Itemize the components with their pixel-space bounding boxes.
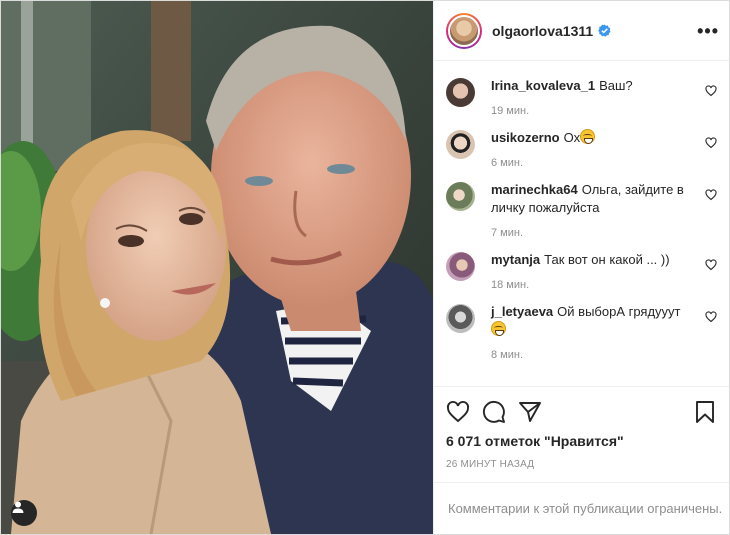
share-icon[interactable] xyxy=(518,400,542,424)
commenter-avatar[interactable] xyxy=(446,304,475,333)
user-tag-button[interactable] xyxy=(11,500,37,526)
likes-count[interactable]: 6 071 отметок "Нравится" xyxy=(446,433,717,449)
comment-item: j_letyaeva Ой выборА грядууут 8 мин. xyxy=(446,303,717,361)
comment-like-heart-icon[interactable] xyxy=(705,137,717,149)
instagram-post: olgaorlova1311 ••• Irina_kovaleva_1 Ваш? … xyxy=(0,0,730,535)
comment-time[interactable]: 19 мин. xyxy=(491,105,687,117)
comment-text: Ох xyxy=(563,130,581,145)
heart-icon[interactable] xyxy=(446,400,470,424)
more-options-icon[interactable]: ••• xyxy=(697,22,719,40)
comment-text: Так вот он какой ... )) xyxy=(544,252,670,267)
commenter-username[interactable]: j_letyaeva xyxy=(491,304,553,319)
commenter-username[interactable]: mytanja xyxy=(491,252,540,267)
commenter-avatar[interactable] xyxy=(446,130,475,159)
comment-time[interactable]: 18 мин. xyxy=(491,279,687,291)
comment-text: Ваш? xyxy=(599,78,633,93)
comment-item: Irina_kovaleva_1 Ваш? 19 мин. xyxy=(446,77,717,117)
grinning-sweat-emoji-icon xyxy=(580,129,596,144)
comment-item: usikozerno Ох 6 мин. xyxy=(446,129,717,169)
comment-time[interactable]: 7 мин. xyxy=(491,227,687,239)
comment-like-heart-icon[interactable] xyxy=(705,259,717,271)
post-photo[interactable] xyxy=(1,1,433,534)
comment-like-heart-icon[interactable] xyxy=(705,189,717,201)
comment-item: mytanja Так вот он какой ... )) 18 мин. xyxy=(446,251,717,291)
post-side-panel: olgaorlova1311 ••• Irina_kovaleva_1 Ваш? … xyxy=(433,1,729,534)
post-header: olgaorlova1311 ••• xyxy=(434,1,729,61)
comment-time[interactable]: 6 мин. xyxy=(491,157,687,169)
action-icons-row xyxy=(446,395,717,429)
comment-item: marinechka64 Ольга, зайдите в личку пожал… xyxy=(446,181,717,239)
commenter-username[interactable]: usikozerno xyxy=(491,130,560,145)
commenter-avatar[interactable] xyxy=(446,252,475,281)
user-icon xyxy=(12,501,24,513)
selfie-image xyxy=(1,1,433,534)
comment-time[interactable]: 8 мин. xyxy=(491,349,687,361)
comments-list: Irina_kovaleva_1 Ваш? 19 мин. usikozerno О… xyxy=(434,61,729,386)
comment-icon[interactable] xyxy=(482,400,506,424)
comment-like-heart-icon[interactable] xyxy=(705,85,717,97)
commenter-avatar[interactable] xyxy=(446,78,475,107)
commenter-username[interactable]: marinechka64 xyxy=(491,182,578,197)
verified-badge-icon xyxy=(598,24,611,37)
commenter-avatar[interactable] xyxy=(446,182,475,211)
bookmark-icon[interactable] xyxy=(693,400,717,424)
author-avatar[interactable] xyxy=(446,12,482,49)
author-username[interactable]: olgaorlova1311 xyxy=(492,23,593,39)
grinning-sweat-emoji-icon xyxy=(491,321,506,336)
comment-like-heart-icon[interactable] xyxy=(705,311,717,323)
comment-text: Ой выборА грядууут xyxy=(557,304,681,319)
post-actions: 6 071 отметок "Нравится" 26 минут назад xyxy=(434,386,729,482)
post-timestamp[interactable]: 26 минут назад xyxy=(446,459,717,470)
commenter-username[interactable]: Irina_kovaleva_1 xyxy=(491,78,595,93)
comments-restricted-notice: Комментарии к этой публикации ограничены… xyxy=(434,482,729,534)
